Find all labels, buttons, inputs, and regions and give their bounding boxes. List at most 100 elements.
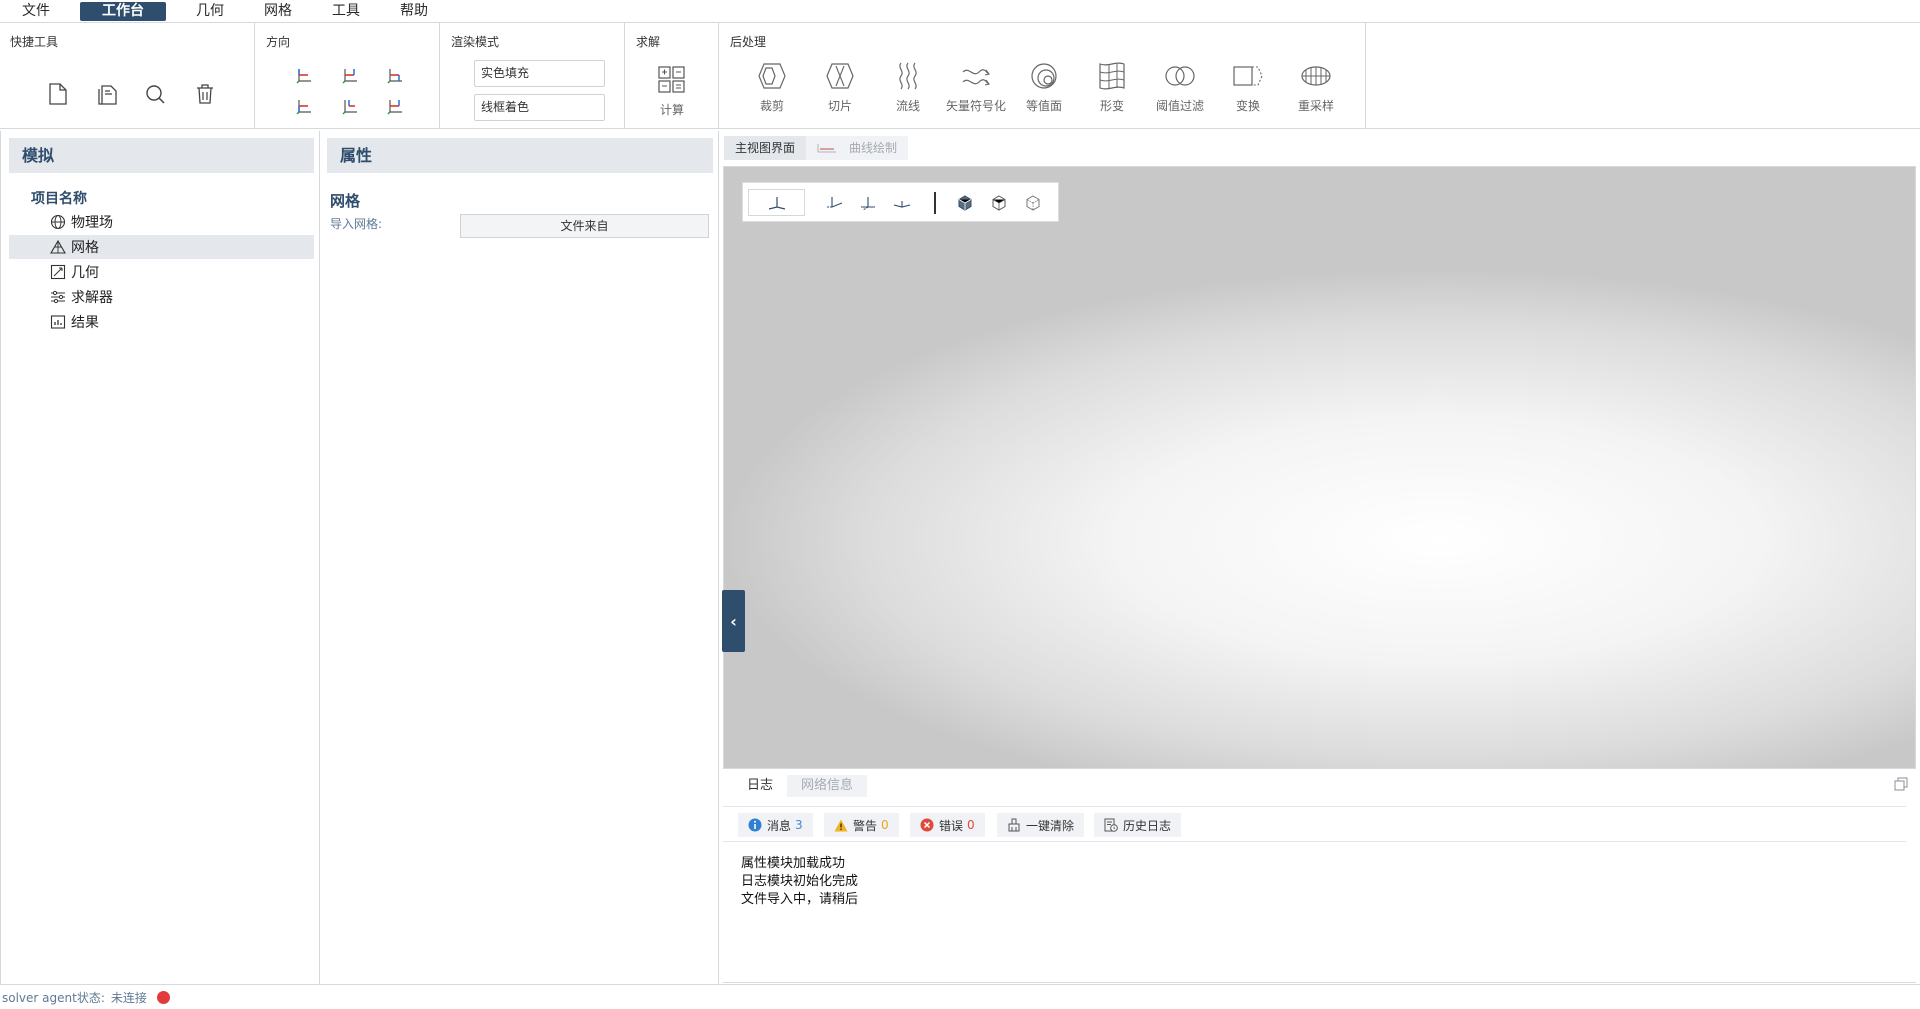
streamline-icon bbox=[888, 59, 928, 93]
compute-label: 计算 bbox=[659, 103, 684, 117]
transform-button[interactable]: 变换 bbox=[1216, 59, 1280, 114]
transform-icon bbox=[1228, 59, 1268, 93]
filter-info-button[interactable]: 消息 3 bbox=[738, 813, 813, 837]
connection-status-indicator bbox=[156, 990, 170, 1004]
vector-glyph-label: 矢量符号化 bbox=[945, 99, 1006, 113]
search-button[interactable] bbox=[140, 79, 170, 109]
streamline-label: 流线 bbox=[895, 99, 920, 113]
tree-item-solver[interactable]: 求解器 bbox=[9, 285, 314, 309]
3d-viewport[interactable]: ‹ bbox=[722, 166, 1916, 769]
log-message: 文件导入中，请稍后 bbox=[741, 892, 859, 907]
tab-main-view[interactable]: 主视图界面 bbox=[724, 136, 807, 160]
menu-mesh[interactable]: 网格 bbox=[254, 2, 302, 21]
resample-button[interactable]: 重采样 bbox=[1284, 59, 1348, 114]
ribbon-toolbar: 快捷工具 方向 渲染模式 实色填充 线框着色 求解 计算 后处理 裁剪 切片 流… bbox=[0, 22, 1920, 129]
view-cube-solid-button[interactable] bbox=[953, 189, 977, 216]
deform-icon bbox=[1092, 59, 1132, 93]
view-y-neg-icon bbox=[342, 100, 357, 115]
history-log-button[interactable]: 历史日志 bbox=[1094, 813, 1182, 837]
tab-curve-plot[interactable]: 曲线绘制 bbox=[806, 136, 909, 160]
history-icon bbox=[1104, 818, 1118, 832]
tree-item-physics-label: 物理场 bbox=[71, 215, 113, 231]
menu-file[interactable]: 文件 bbox=[12, 2, 60, 21]
toolbar-separator bbox=[934, 192, 936, 214]
property-section-title: 网格 bbox=[330, 192, 361, 210]
search-icon bbox=[146, 85, 165, 104]
isosurface-button[interactable]: 等值面 bbox=[1012, 59, 1076, 114]
filter-warning-button[interactable]: 警告 0 bbox=[824, 813, 899, 837]
compute-button[interactable]: 计算 bbox=[640, 63, 704, 118]
vector-glyph-button[interactable]: 矢量符号化 bbox=[944, 59, 1008, 114]
view-z-neg-icon bbox=[387, 100, 402, 115]
direction-group: 方向 bbox=[256, 23, 440, 129]
new-file-button[interactable] bbox=[43, 79, 73, 109]
tree-item-mesh[interactable]: 网格 bbox=[9, 235, 314, 259]
view-cube-iso-button[interactable] bbox=[1021, 189, 1045, 216]
axis-x-button[interactable] bbox=[823, 189, 847, 216]
view-x-neg-button[interactable] bbox=[290, 93, 318, 119]
quick-tools-title: 快捷工具 bbox=[10, 35, 59, 49]
filter-error-label: 错误 bbox=[939, 818, 964, 833]
copy-file-button[interactable] bbox=[93, 79, 123, 109]
tree-root-project-name[interactable]: 项目名称 bbox=[31, 188, 87, 208]
view-z-neg-button[interactable] bbox=[381, 93, 409, 119]
menu-geometry[interactable]: 几何 bbox=[186, 2, 234, 21]
resample-icon bbox=[1296, 59, 1336, 93]
threshold-button[interactable]: 阈值过滤 bbox=[1148, 59, 1212, 114]
tab-log[interactable]: 日志 bbox=[733, 775, 787, 797]
slice-button[interactable]: 切片 bbox=[808, 59, 872, 114]
streamline-button[interactable]: 流线 bbox=[876, 59, 940, 114]
threshold-label: 阈值过滤 bbox=[1155, 99, 1204, 113]
render-wireframe-option[interactable]: 线框着色 bbox=[474, 94, 605, 121]
filter-info-count: 3 bbox=[795, 818, 803, 832]
axes-icon bbox=[768, 196, 785, 210]
view-y-neg-button[interactable] bbox=[336, 93, 364, 119]
restore-window-icon[interactable] bbox=[1894, 777, 1908, 791]
filter-warning-count: 0 bbox=[881, 818, 889, 832]
log-filter-bar: 消息 3 警告 0 错误 0 一键清除 历史日志 bbox=[723, 806, 1906, 842]
axis-z-button[interactable] bbox=[890, 189, 914, 216]
tree-item-results[interactable]: 结果 bbox=[9, 310, 314, 334]
deform-button[interactable]: 形变 bbox=[1080, 59, 1144, 114]
menu-workbench[interactable]: 工作台 bbox=[80, 1, 166, 21]
panel-collapse-button[interactable]: ‹ bbox=[722, 590, 745, 652]
tab-curve-plot-label: 曲线绘制 bbox=[849, 141, 898, 155]
view-x-pos-button[interactable] bbox=[290, 62, 318, 88]
tree-item-physics[interactable]: 物理场 bbox=[9, 210, 314, 234]
view-cube-outline-button[interactable] bbox=[987, 189, 1011, 216]
filter-error-button[interactable]: 错误 0 bbox=[910, 813, 985, 837]
view-axes-button[interactable] bbox=[748, 189, 805, 216]
tree-item-results-label: 结果 bbox=[71, 315, 99, 331]
axis-y-button[interactable] bbox=[856, 189, 880, 216]
clip-button[interactable]: 裁剪 bbox=[740, 59, 804, 114]
viewport-toolbar bbox=[742, 182, 1059, 222]
menu-tools[interactable]: 工具 bbox=[322, 2, 370, 21]
quick-tools-group: 快捷工具 bbox=[0, 23, 255, 129]
clear-all-button[interactable]: 一键清除 bbox=[997, 813, 1085, 837]
import-from-file-button[interactable]: 文件来自 bbox=[460, 214, 709, 238]
globe-icon bbox=[49, 213, 67, 231]
postprocess-group: 后处理 裁剪 切片 流线 矢量符号化 等值面 形变 阈值过滤 变换 重采样 bbox=[720, 23, 1366, 129]
tree-item-geometry-label: 几何 bbox=[71, 265, 99, 281]
solve-title: 求解 bbox=[636, 35, 661, 49]
menu-bar: 文件 工作台 几何 网格 工具 帮助 bbox=[0, 0, 1920, 22]
mesh-icon bbox=[49, 238, 67, 256]
filter-warning-label: 警告 bbox=[853, 818, 878, 833]
view-z-pos-button[interactable] bbox=[381, 62, 409, 88]
delete-button[interactable] bbox=[190, 79, 220, 109]
broom-icon bbox=[1007, 818, 1021, 832]
direction-title: 方向 bbox=[266, 35, 291, 49]
solver-icon bbox=[49, 288, 67, 306]
render-solid-fill-option[interactable]: 实色填充 bbox=[474, 60, 605, 87]
view-y-pos-button[interactable] bbox=[336, 62, 364, 88]
tree-item-geometry[interactable]: 几何 bbox=[9, 260, 314, 284]
slice-label: 切片 bbox=[827, 99, 852, 113]
solver-agent-status-value: 未连接 bbox=[110, 990, 147, 1005]
menu-help[interactable]: 帮助 bbox=[390, 2, 438, 21]
curve-plot-icon bbox=[817, 143, 837, 153]
filter-error-count: 0 bbox=[967, 818, 975, 832]
log-messages: 属性模块加载成功 日志模块初始化完成 文件导入中，请稍后 bbox=[741, 855, 858, 909]
postprocess-title: 后处理 bbox=[730, 35, 767, 49]
solve-group: 求解 计算 bbox=[626, 23, 719, 129]
tab-network-info[interactable]: 网络信息 bbox=[787, 775, 868, 797]
